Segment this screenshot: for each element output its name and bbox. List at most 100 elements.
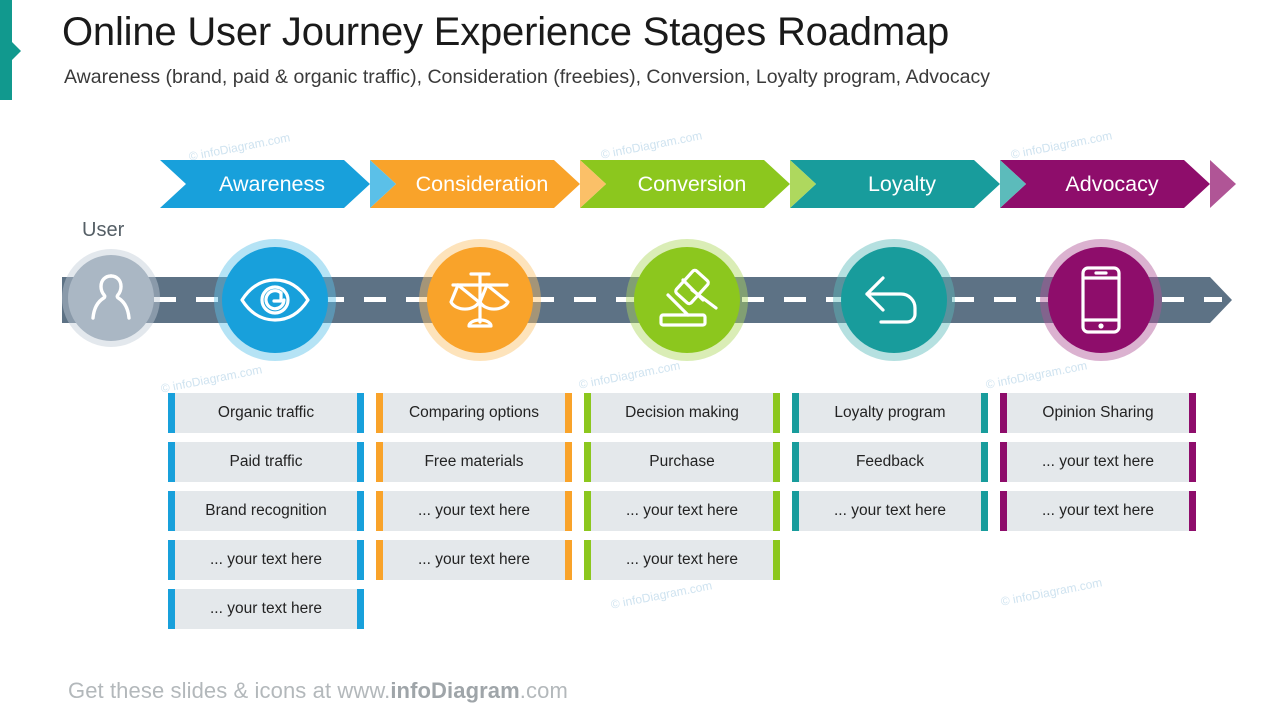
stage-item-label: Decision making: [625, 404, 739, 421]
watermark: © infoDiagram.com: [1009, 128, 1114, 162]
cell-bar-right: [565, 442, 572, 482]
stage-item-cell[interactable]: Purchase: [584, 442, 780, 482]
left-accent-bar: [0, 0, 12, 100]
stage-item-cell[interactable]: Free materials: [376, 442, 572, 482]
stage-item-label: ... your text here: [418, 502, 530, 519]
stage-item-label: ... your text here: [418, 551, 530, 568]
cell-bar-right: [357, 589, 364, 629]
cell-bar-right: [1189, 442, 1196, 482]
cell-bar-right: [357, 393, 364, 433]
cell-bar-left: [584, 491, 591, 531]
cell-bar-right: [981, 393, 988, 433]
stage-item-cell[interactable]: ... your text here: [584, 540, 780, 580]
cell-bar-right: [565, 491, 572, 531]
footer-suffix: .com: [519, 678, 568, 703]
stage-column-loyalty: Loyalty program Feedback ... your text her…: [792, 393, 988, 540]
stage-node-consideration[interactable]: [419, 239, 541, 361]
stage-node-loyalty[interactable]: [833, 239, 955, 361]
cell-bar-left: [376, 393, 383, 433]
stage-chevron-advocacy[interactable]: Advocacy: [1000, 160, 1236, 208]
left-accent-point-icon: [12, 42, 21, 60]
watermark: © infoDiagram.com: [599, 128, 704, 162]
stage-column-consideration: Comparing options Free materials ... your …: [376, 393, 572, 589]
stage-item-label: ... your text here: [626, 502, 738, 519]
stage-item-cell[interactable]: Paid traffic: [168, 442, 364, 482]
cell-bar-right: [357, 442, 364, 482]
cell-bar-left: [792, 393, 799, 433]
cell-bar-left: [1000, 491, 1007, 531]
cell-bar-left: [168, 589, 175, 629]
stage-banner: Awareness Consideration Conversion Loyalty A…: [160, 160, 1236, 208]
stage-item-label: Brand recognition: [205, 502, 327, 519]
stage-item-cell[interactable]: ... your text here: [376, 540, 572, 580]
stage-chevron-awareness[interactable]: Awareness: [160, 160, 396, 208]
cell-bar-right: [357, 540, 364, 580]
cell-bar-left: [792, 442, 799, 482]
stage-item-cell[interactable]: ... your text here: [792, 491, 988, 531]
stage-item-cell[interactable]: Loyalty program: [792, 393, 988, 433]
stage-item-cell[interactable]: Brand recognition: [168, 491, 364, 531]
stage-item-label: ... your text here: [1042, 453, 1154, 470]
cell-bar-left: [1000, 393, 1007, 433]
stage-item-cell[interactable]: ... your text here: [168, 540, 364, 580]
cell-bar-left: [376, 491, 383, 531]
cell-bar-left: [584, 393, 591, 433]
stage-chevron-label: Loyalty: [867, 171, 937, 196]
stage-chevron-conversion[interactable]: Conversion: [580, 160, 816, 208]
stage-item-label: ... your text here: [210, 551, 322, 568]
cell-bar-left: [1000, 442, 1007, 482]
cell-bar-left: [168, 393, 175, 433]
cell-bar-right: [565, 540, 572, 580]
balance-scales-icon: [449, 272, 510, 328]
smartphone-icon: [1081, 266, 1121, 334]
stage-item-label: ... your text here: [1042, 502, 1154, 519]
stage-item-cell[interactable]: Decision making: [584, 393, 780, 433]
stage-item-cell[interactable]: ... your text here: [1000, 491, 1196, 531]
cell-bar-right: [773, 491, 780, 531]
watermark: © infoDiagram.com: [984, 358, 1089, 392]
cell-bar-left: [168, 442, 175, 482]
stage-chevron-consideration[interactable]: Consideration: [370, 160, 606, 208]
watermark: © infoDiagram.com: [999, 575, 1104, 609]
cell-bar-right: [981, 442, 988, 482]
cell-bar-right: [1189, 491, 1196, 531]
stage-item-cell[interactable]: Feedback: [792, 442, 988, 482]
footer-credit: Get these slides & icons at www.infoDiag…: [68, 678, 568, 704]
stage-item-cell[interactable]: ... your text here: [1000, 442, 1196, 482]
stage-item-cell[interactable]: ... your text here: [584, 491, 780, 531]
cell-bar-right: [773, 442, 780, 482]
cell-bar-right: [1189, 393, 1196, 433]
cell-bar-right: [981, 491, 988, 531]
stage-item-cell[interactable]: Comparing options: [376, 393, 572, 433]
watermark: © infoDiagram.com: [159, 362, 264, 396]
user-label: User: [82, 219, 125, 241]
stage-item-cell[interactable]: ... your text here: [376, 491, 572, 531]
cell-bar-left: [792, 491, 799, 531]
user-avatar-node: [62, 249, 160, 347]
stage-item-cell[interactable]: ... your text here: [168, 589, 364, 629]
stage-item-label: Organic traffic: [217, 404, 315, 421]
user-icon: [91, 274, 131, 320]
stage-node-conversion[interactable]: [626, 239, 748, 361]
cell-bar-right: [565, 393, 572, 433]
stage-item-label: Free materials: [424, 453, 524, 470]
cell-bar-left: [376, 442, 383, 482]
slide-canvas: Online User Journey Experience Stages Ro…: [0, 0, 1280, 720]
return-arrow-icon: [865, 276, 917, 324]
watermark: © infoDiagram.com: [577, 358, 682, 392]
stage-item-label: Loyalty program: [834, 404, 946, 421]
stage-item-cell[interactable]: Organic traffic: [168, 393, 364, 433]
stage-node-awareness[interactable]: [214, 239, 336, 361]
stage-item-label: ... your text here: [834, 502, 946, 519]
gavel-icon: [659, 268, 718, 327]
stage-node-advocacy[interactable]: [1040, 239, 1162, 361]
stage-item-cell[interactable]: Opinion Sharing: [1000, 393, 1196, 433]
cell-bar-left: [584, 442, 591, 482]
page-title: Online User Journey Experience Stages Ro…: [62, 10, 950, 54]
stage-chevron-loyalty[interactable]: Loyalty: [790, 160, 1026, 208]
stage-chevron-label: Conversion: [637, 171, 747, 196]
page-subtitle: Awareness (brand, paid & organic traffic…: [64, 66, 990, 88]
stage-item-label: Purchase: [649, 453, 715, 470]
stage-item-label: Comparing options: [408, 404, 540, 421]
stage-chevron-label: Advocacy: [1065, 171, 1159, 196]
